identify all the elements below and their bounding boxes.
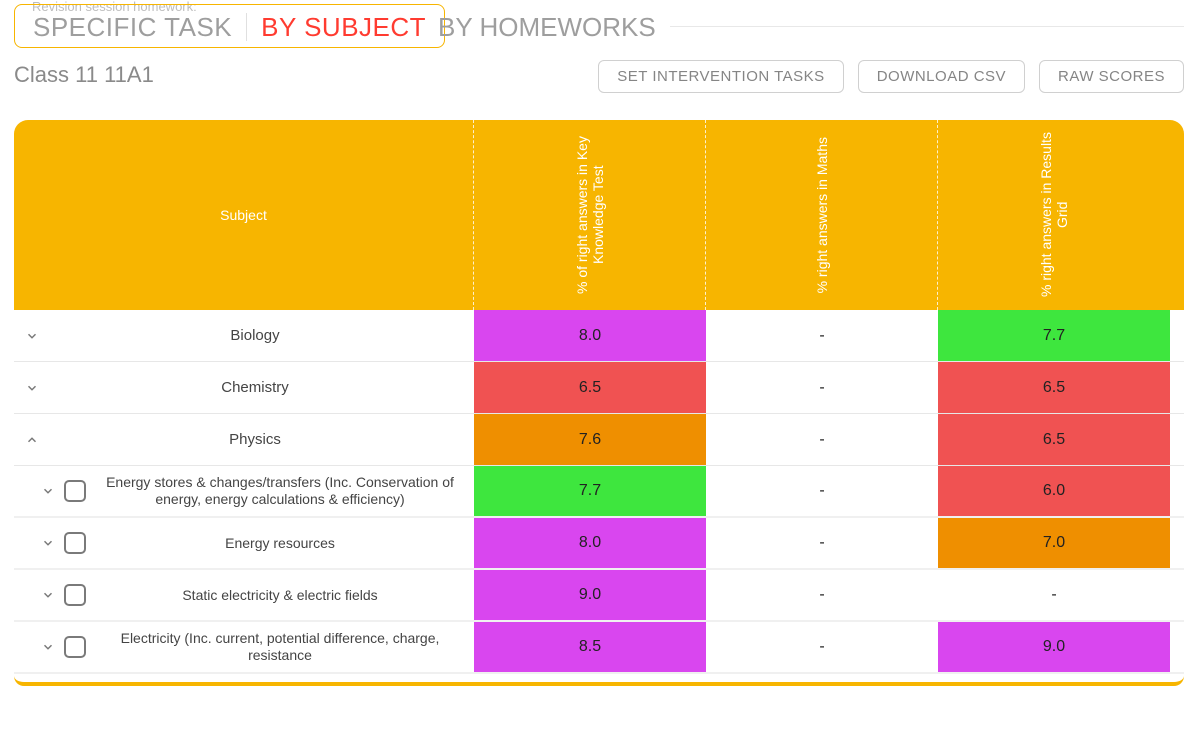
subject-label: Energy stores & changes/transfers (Inc. … <box>98 474 462 508</box>
class-label: Class 11 11A1 <box>14 62 154 88</box>
table-row: Electricity (Inc. current, potential dif… <box>14 622 1184 674</box>
cell-subject: Energy stores & changes/transfers (Inc. … <box>14 466 474 516</box>
table-row: Static electricity & electric fields9.0-… <box>14 570 1184 622</box>
table-row: Energy stores & changes/transfers (Inc. … <box>14 466 1184 518</box>
table-header: Subject % of right answers in Key Knowle… <box>14 120 1184 310</box>
column-subject-label: Subject <box>220 207 267 223</box>
row-checkbox[interactable] <box>64 480 86 502</box>
cell-subject: Energy resources <box>14 518 474 568</box>
action-buttons: SET INTERVENTION TASKS DOWNLOAD CSV RAW … <box>598 60 1184 93</box>
column-kkt-label: % of right answers in Key Knowledge Test <box>574 128 606 302</box>
column-maths: % right answers in Maths <box>706 120 938 310</box>
download-csv-button[interactable]: DOWNLOAD CSV <box>858 60 1025 93</box>
chevron-up-icon[interactable] <box>22 430 42 450</box>
cell-subject: Chemistry <box>14 362 474 413</box>
cell-kkt: 8.0 <box>474 310 706 361</box>
cell-kkt: 8.5 <box>474 622 706 672</box>
raw-scores-button[interactable]: RAW SCORES <box>1039 60 1184 93</box>
cell-subject: Physics <box>14 414 474 465</box>
cell-maths: - <box>706 414 938 465</box>
cell-results: 7.7 <box>938 310 1170 361</box>
row-checkbox[interactable] <box>64 584 86 606</box>
cell-maths: - <box>706 570 938 620</box>
column-kkt: % of right answers in Key Knowledge Test <box>474 120 706 310</box>
subject-label: Chemistry <box>48 379 462 397</box>
subject-label: Static electricity & electric fields <box>98 587 462 604</box>
cell-maths: - <box>706 362 938 413</box>
row-checkbox[interactable] <box>64 636 86 658</box>
subject-label: Electricity (Inc. current, potential dif… <box>98 630 462 664</box>
tab-separator <box>246 13 247 41</box>
table-row: Energy resources 8.0-7.0 <box>14 518 1184 570</box>
cell-kkt: 9.0 <box>474 570 706 620</box>
row-checkbox[interactable] <box>64 532 86 554</box>
table-body[interactable]: Biology8.0-7.7Chemistry6.5-6.5Physics7.6… <box>14 310 1184 686</box>
subject-label: Biology <box>48 327 462 345</box>
column-subject: Subject <box>14 120 474 310</box>
cell-maths: - <box>706 622 938 672</box>
chevron-down-icon[interactable] <box>22 378 42 398</box>
column-results-grid: % right answers in Results Grid <box>938 120 1170 310</box>
chevron-down-icon[interactable] <box>38 585 58 605</box>
cell-kkt: 6.5 <box>474 362 706 413</box>
cell-results: 6.0 <box>938 466 1170 516</box>
cell-subject: Electricity (Inc. current, potential dif… <box>14 622 474 672</box>
cell-results: 6.5 <box>938 362 1170 413</box>
cell-maths: - <box>706 466 938 516</box>
tab-by-subject[interactable]: BY SUBJECT <box>261 12 426 43</box>
chevron-down-icon[interactable] <box>38 481 58 501</box>
cell-results: - <box>938 570 1170 620</box>
tab-group: SPECIFIC TASK BY SUBJECT <box>14 4 445 48</box>
chevron-down-icon[interactable] <box>22 326 42 346</box>
table-row: Physics 7.6-6.5 <box>14 414 1184 466</box>
cell-results: 9.0 <box>938 622 1170 672</box>
cell-subject: Static electricity & electric fields <box>14 570 474 620</box>
column-results-grid-label: % right answers in Results Grid <box>1038 128 1070 302</box>
cell-subject: Biology <box>14 310 474 361</box>
cell-maths: - <box>706 310 938 361</box>
chevron-down-icon[interactable] <box>38 533 58 553</box>
set-intervention-tasks-button[interactable]: SET INTERVENTION TASKS <box>598 60 843 93</box>
subject-label: Energy resources <box>98 535 462 552</box>
table-row: Chemistry 6.5-6.5 <box>14 362 1184 414</box>
cell-kkt: 8.0 <box>474 518 706 568</box>
chevron-down-icon[interactable] <box>38 637 58 657</box>
results-table: Subject % of right answers in Key Knowle… <box>14 120 1184 732</box>
tab-specific-task[interactable]: SPECIFIC TASK <box>33 12 232 43</box>
tab-by-homeworks[interactable]: BY HOMEWORKS <box>438 12 656 43</box>
cell-maths: - <box>706 518 938 568</box>
table-row: Biology 8.0-7.7 <box>14 310 1184 362</box>
column-maths-label: % right answers in Maths <box>814 137 830 293</box>
cell-results: 7.0 <box>938 518 1170 568</box>
cell-kkt: 7.7 <box>474 466 706 516</box>
subject-label: Physics <box>48 431 462 449</box>
cell-kkt: 7.6 <box>474 414 706 465</box>
divider <box>670 26 1184 27</box>
cell-results: 6.5 <box>938 414 1170 465</box>
